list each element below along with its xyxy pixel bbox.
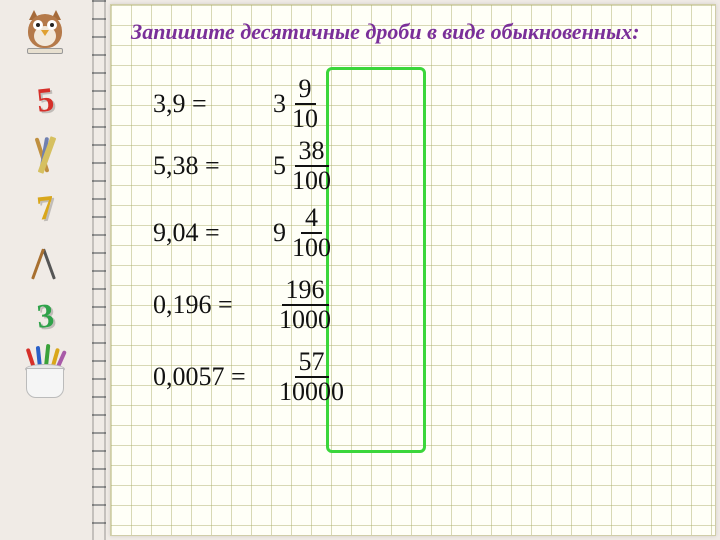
problem-row: 5,38 = 5 38 100 bbox=[153, 135, 423, 197]
fraction: 196 1000 bbox=[279, 277, 331, 333]
denominator: 1000 bbox=[279, 306, 331, 333]
number-5-icon: 5 bbox=[34, 73, 57, 128]
denominator: 100 bbox=[292, 234, 331, 261]
fraction: 38 100 bbox=[292, 138, 331, 194]
owl-mascot-icon bbox=[21, 8, 69, 56]
problem-row: 0,0057 = 57 10000 bbox=[153, 341, 423, 413]
spiral-binding-icon bbox=[92, 0, 106, 540]
problem-row: 9,04 = 9 4 100 bbox=[153, 197, 423, 269]
whole-part: 5 bbox=[273, 151, 286, 181]
fraction: 9 10 bbox=[292, 76, 318, 132]
numerator: 57 bbox=[295, 349, 329, 378]
numerator: 9 bbox=[295, 76, 316, 105]
number-7-icon: 7 bbox=[34, 181, 57, 236]
compass-icon bbox=[25, 236, 65, 290]
decimal-value: 0,196 = bbox=[153, 290, 273, 320]
denominator: 10 bbox=[292, 105, 318, 132]
fraction-answer: 5 38 100 bbox=[273, 138, 423, 194]
numerator: 4 bbox=[301, 205, 322, 234]
instruction-text: Запишите десятичные дроби в виде обыкнов… bbox=[131, 19, 691, 44]
number-3-icon: 3 bbox=[34, 289, 57, 344]
decimal-value: 9,04 = bbox=[153, 218, 273, 248]
worksheet-page: Запишите десятичные дроби в виде обыкнов… bbox=[110, 4, 716, 536]
whole-part: 3 bbox=[273, 89, 286, 119]
fraction-answer: 57 10000 bbox=[273, 349, 423, 405]
fraction-answer: 196 1000 bbox=[273, 277, 423, 333]
fraction-answer: 3 9 10 bbox=[273, 76, 423, 132]
problem-row: 3,9 = 3 9 10 bbox=[153, 73, 423, 135]
whole-part: 9 bbox=[273, 218, 286, 248]
denominator: 10000 bbox=[279, 378, 344, 405]
denominator: 100 bbox=[292, 167, 331, 194]
decimal-value: 0,0057 = bbox=[153, 362, 273, 392]
sidebar: 5 7 3 bbox=[0, 0, 90, 540]
fraction: 4 100 bbox=[292, 205, 331, 261]
numerator: 196 bbox=[282, 277, 329, 306]
problem-row: 0,196 = 196 1000 bbox=[153, 269, 423, 341]
pencil-cup-icon bbox=[23, 348, 67, 400]
decimal-value: 5,38 = bbox=[153, 151, 273, 181]
problem-list: 3,9 = 3 9 10 5,38 = 5 38 100 bbox=[153, 73, 423, 413]
fraction-answer: 9 4 100 bbox=[273, 205, 423, 261]
numerator: 38 bbox=[295, 138, 329, 167]
fraction: 57 10000 bbox=[279, 349, 344, 405]
pen-ruler-icon bbox=[25, 128, 65, 182]
decimal-value: 3,9 = bbox=[153, 89, 273, 119]
